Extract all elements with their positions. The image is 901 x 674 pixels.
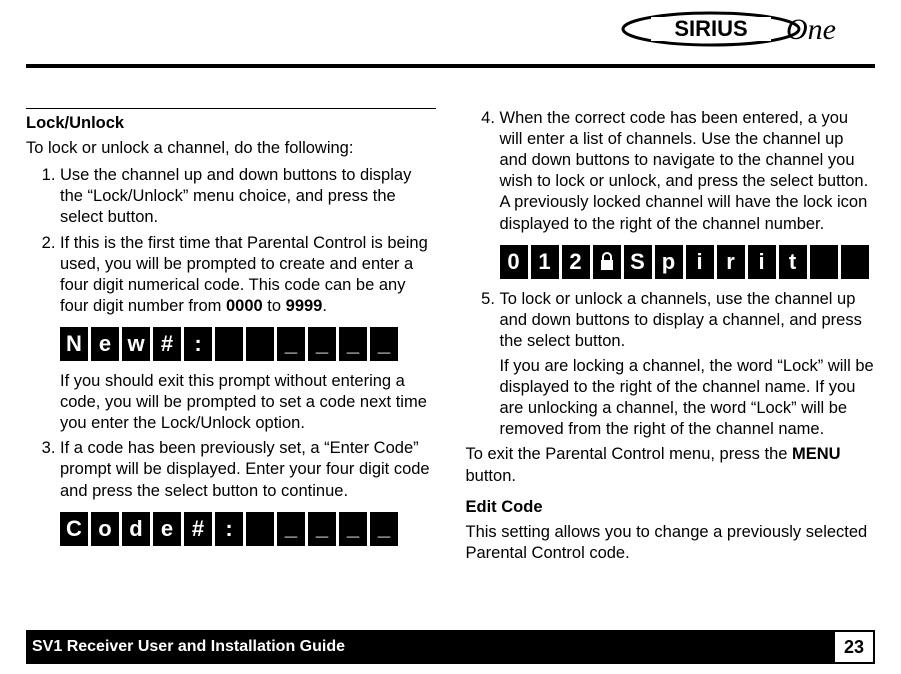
edit-code-body: This setting allows you to change a prev… <box>466 522 876 564</box>
footer-bar: SV1 Receiver User and Installation Guide… <box>26 630 875 664</box>
lcd-cell: e <box>153 512 181 546</box>
step-2-code-min: 0000 <box>226 297 263 315</box>
lcd-cell <box>246 327 274 361</box>
lcd-cell: N <box>60 327 88 361</box>
step-4: When the correct code has been entered, … <box>500 108 876 279</box>
lcd-cell: 1 <box>531 245 559 279</box>
step-1: Use the channel up and down buttons to d… <box>60 165 436 228</box>
lcd-cell: _ <box>339 327 367 361</box>
steps-list-cont: When the correct code has been entered, … <box>466 108 876 440</box>
exit-text-c: button. <box>466 467 516 485</box>
lcd-cell: r <box>717 245 745 279</box>
lcd-cell <box>841 245 869 279</box>
lcd-cell: _ <box>370 327 398 361</box>
content-columns: Lock/Unlock To lock or unlock a channel,… <box>26 108 875 614</box>
lcd-cell: d <box>122 512 150 546</box>
lcd-cell: e <box>91 327 119 361</box>
brand-logo: SIRIUS One <box>621 6 841 52</box>
lcd-cell-lock-icon <box>593 245 621 279</box>
lcd-cell <box>215 327 243 361</box>
step-4-text: When the correct code has been entered, … <box>500 109 869 233</box>
lcd-enter-code: Code#:____ <box>60 512 436 546</box>
lcd-new-code: New#:____ <box>60 327 436 361</box>
lcd-cell: _ <box>370 512 398 546</box>
lcd-cell: t <box>779 245 807 279</box>
svg-text:SIRIUS: SIRIUS <box>674 16 747 41</box>
step-5-text-a: To lock or unlock a channels, use the ch… <box>500 290 862 350</box>
step-2-note: If you should exit this prompt without e… <box>60 371 436 434</box>
lcd-cell: p <box>655 245 683 279</box>
step-3-text: If a code has been previously set, a “En… <box>60 439 430 499</box>
lcd-cell <box>810 245 838 279</box>
exit-text-a: To exit the Parental Control menu, press… <box>466 445 793 463</box>
section-heading-lock: Lock/Unlock <box>26 113 436 134</box>
lcd-cell: C <box>60 512 88 546</box>
lcd-cell: : <box>215 512 243 546</box>
lcd-cell: w <box>122 327 150 361</box>
lcd-cell: i <box>748 245 776 279</box>
step-5: To lock or unlock a channels, use the ch… <box>500 289 876 441</box>
exit-instruction: To exit the Parental Control menu, press… <box>466 444 876 486</box>
lcd-cell: # <box>184 512 212 546</box>
lcd-cell: 2 <box>562 245 590 279</box>
lcd-cell: _ <box>308 327 336 361</box>
top-rule <box>26 64 875 68</box>
intro-text: To lock or unlock a channel, do the foll… <box>26 138 436 159</box>
steps-list: Use the channel up and down buttons to d… <box>26 165 436 545</box>
step-2-code-max: 9999 <box>286 297 323 315</box>
lcd-cell: _ <box>339 512 367 546</box>
step-2-text-e: . <box>322 297 327 315</box>
step-3: If a code has been previously set, a “En… <box>60 438 436 545</box>
exit-menu-label: MENU <box>792 445 841 463</box>
step-2-text-c: to <box>263 297 286 315</box>
lcd-cell: S <box>624 245 652 279</box>
step-2: If this is the first time that Parental … <box>60 233 436 435</box>
right-column: When the correct code has been entered, … <box>466 108 876 614</box>
lcd-cell: _ <box>277 327 305 361</box>
section-rule <box>26 108 436 109</box>
left-column: Lock/Unlock To lock or unlock a channel,… <box>26 108 436 614</box>
step-5-text-b: If you are locking a channel, the word “… <box>500 356 876 440</box>
footer-title: SV1 Receiver User and Installation Guide <box>32 638 345 656</box>
lcd-cell <box>246 512 274 546</box>
page-number: 23 <box>835 632 873 662</box>
lcd-cell: 0 <box>500 245 528 279</box>
section-heading-edit: Edit Code <box>466 497 876 518</box>
lcd-channel-locked: 012Spirit <box>500 245 876 279</box>
svg-text:One: One <box>786 13 836 46</box>
lcd-cell: i <box>686 245 714 279</box>
lcd-cell: : <box>184 327 212 361</box>
manual-page: SIRIUS One Lock/Unlock To lock or unlock… <box>0 0 901 674</box>
lcd-cell: # <box>153 327 181 361</box>
lcd-cell: o <box>91 512 119 546</box>
lcd-cell: _ <box>308 512 336 546</box>
lcd-cell: _ <box>277 512 305 546</box>
